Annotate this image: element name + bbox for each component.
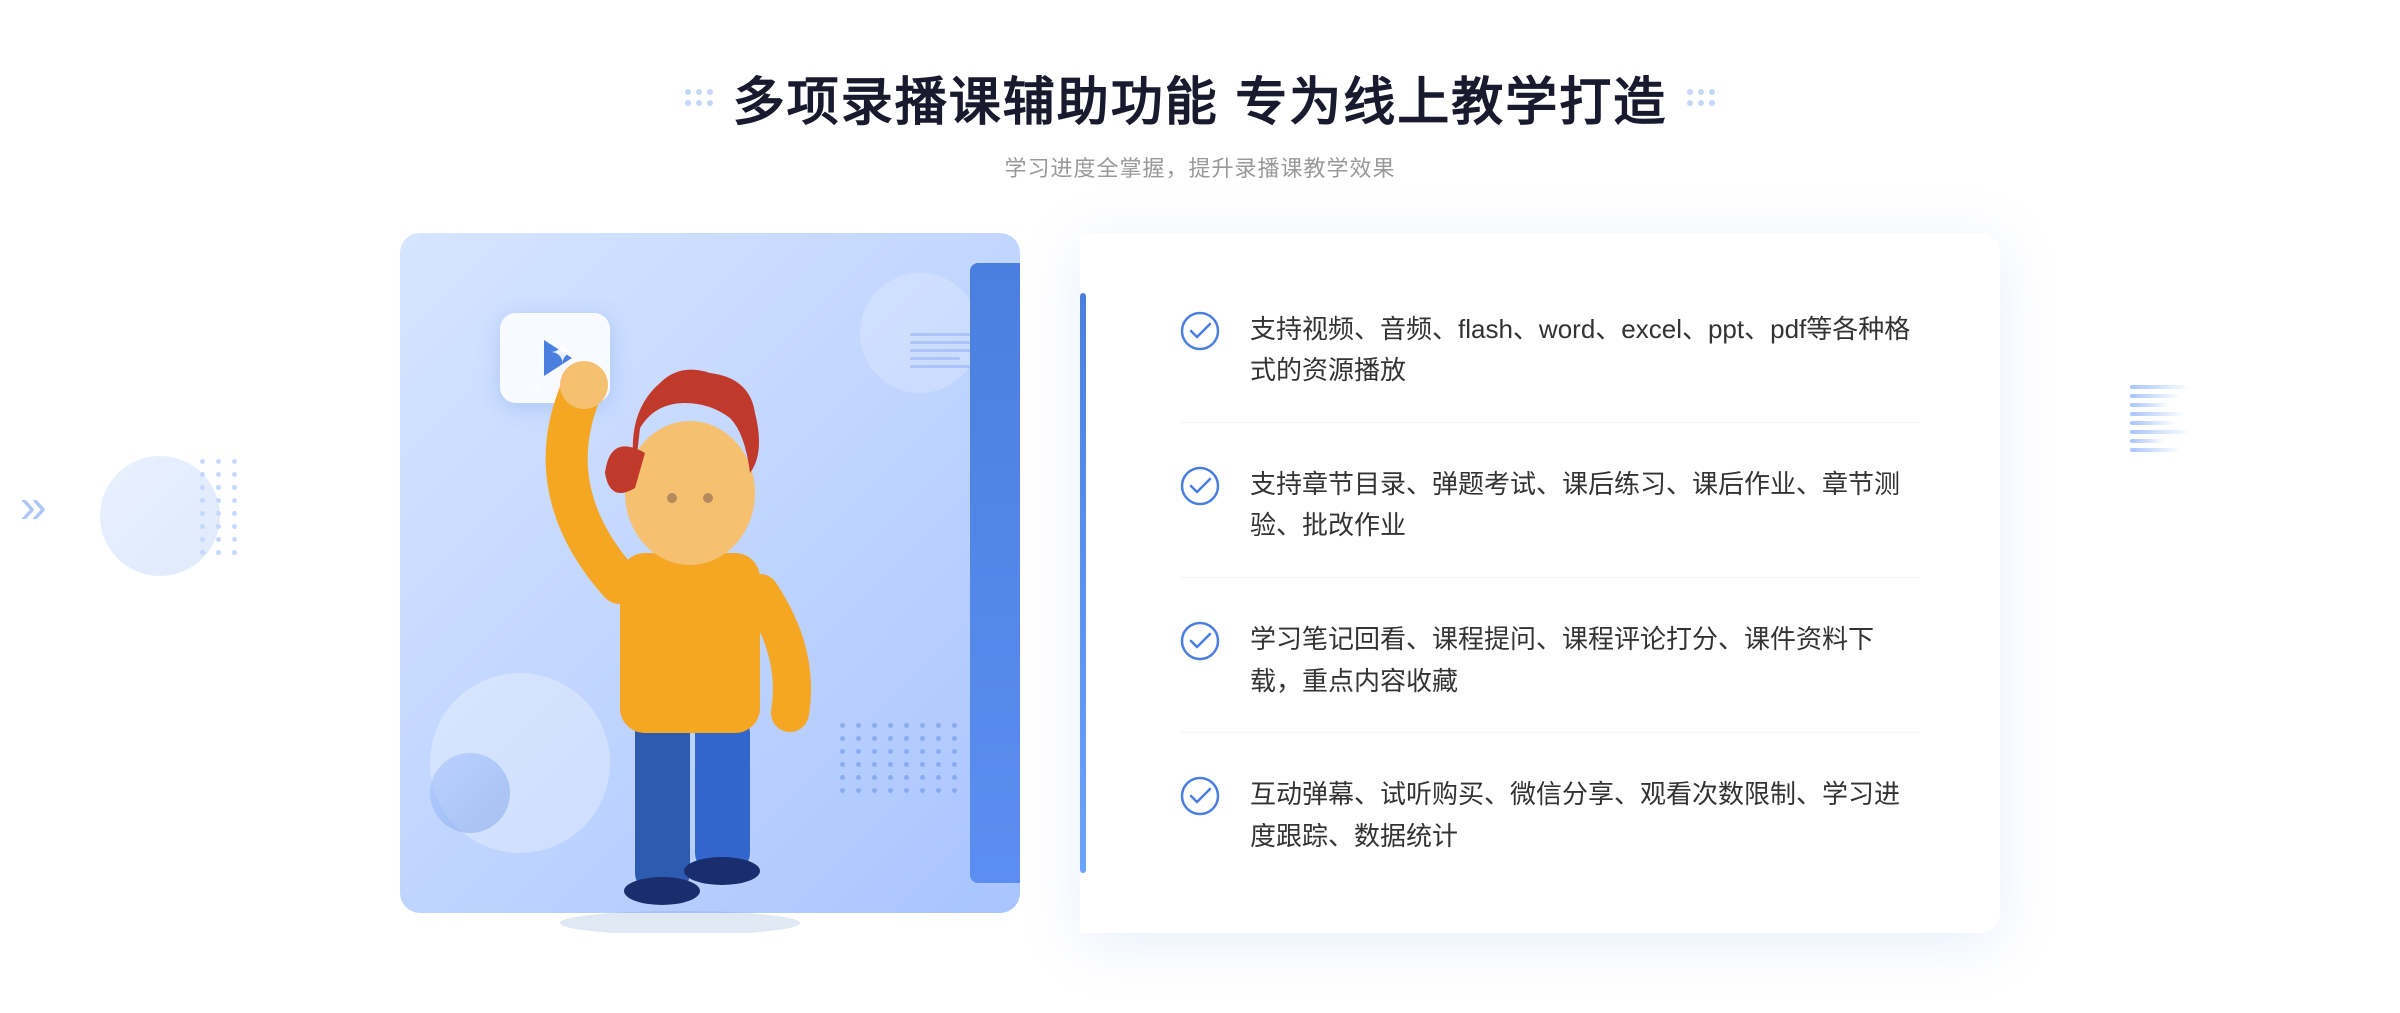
small-circle-1-decoration: [430, 753, 510, 833]
title-row: 多项录播课辅助功能 专为线上教学打造: [685, 60, 1715, 135]
feature-item-1: 支持视频、音频、flash、word、excel、ppt、pdf等各种格式的资源…: [1180, 279, 1920, 423]
feature-text-2: 支持章节目录、弹题考试、课后练习、课后作业、章节测验、批改作业: [1250, 464, 1920, 547]
check-icon-1: [1180, 311, 1220, 351]
svg-text:✦: ✦: [530, 380, 543, 397]
feature-text-1: 支持视频、音频、flash、word、excel、ppt、pdf等各种格式的资源…: [1250, 309, 1920, 392]
svg-text:✦: ✦: [550, 337, 575, 370]
illustration-right-bar: [970, 263, 1020, 883]
check-icon-3: [1180, 621, 1220, 661]
page-container: 多项录播课辅助功能 专为线上教学打造 学习进度全掌握，提升录播课教学效果: [0, 0, 2400, 1013]
left-arrow-decoration: »: [20, 479, 47, 534]
feature-item-2: 支持章节目录、弹题考试、课后练习、课后作业、章节测验、批改作业: [1180, 434, 1920, 578]
page-title: 多项录播课辅助功能 专为线上教学打造: [733, 60, 1667, 135]
illustration-area: ✦ ✦: [400, 233, 1080, 933]
feature-text-3: 学习笔记回看、课程提问、课程评论打分、课件资料下载，重点内容收藏: [1250, 619, 1920, 702]
feature-item-3: 学习笔记回看、课程提问、课程评论打分、课件资料下载，重点内容收藏: [1180, 589, 1920, 733]
left-title-decoration: [685, 89, 713, 106]
outer-dots-left-decoration: [200, 459, 240, 555]
main-content: ✦ ✦ 支持视频、音频、flash、word、excel、ppt、pdf等各种格…: [400, 233, 2000, 933]
page-subtitle: 学习进度全掌握，提升录播课教学效果: [685, 151, 1715, 183]
striped-lines-decoration: [2130, 385, 2190, 465]
check-icon-2: [1180, 466, 1220, 506]
header-section: 多项录播课辅助功能 专为线上教学打造 学习进度全掌握，提升录播课教学效果: [685, 60, 1715, 183]
person-figure: ✦ ✦: [480, 313, 900, 933]
features-panel: 支持视频、音频、flash、word、excel、ppt、pdf等各种格式的资源…: [1080, 233, 2000, 933]
feature-text-4: 互动弹幕、试听购买、微信分享、观看次数限制、学习进度跟踪、数据统计: [1250, 774, 1920, 857]
check-icon-4: [1180, 776, 1220, 816]
right-title-decoration: [1687, 89, 1715, 106]
feature-item-4: 互动弹幕、试听购买、微信分享、观看次数限制、学习进度跟踪、数据统计: [1180, 744, 1920, 887]
